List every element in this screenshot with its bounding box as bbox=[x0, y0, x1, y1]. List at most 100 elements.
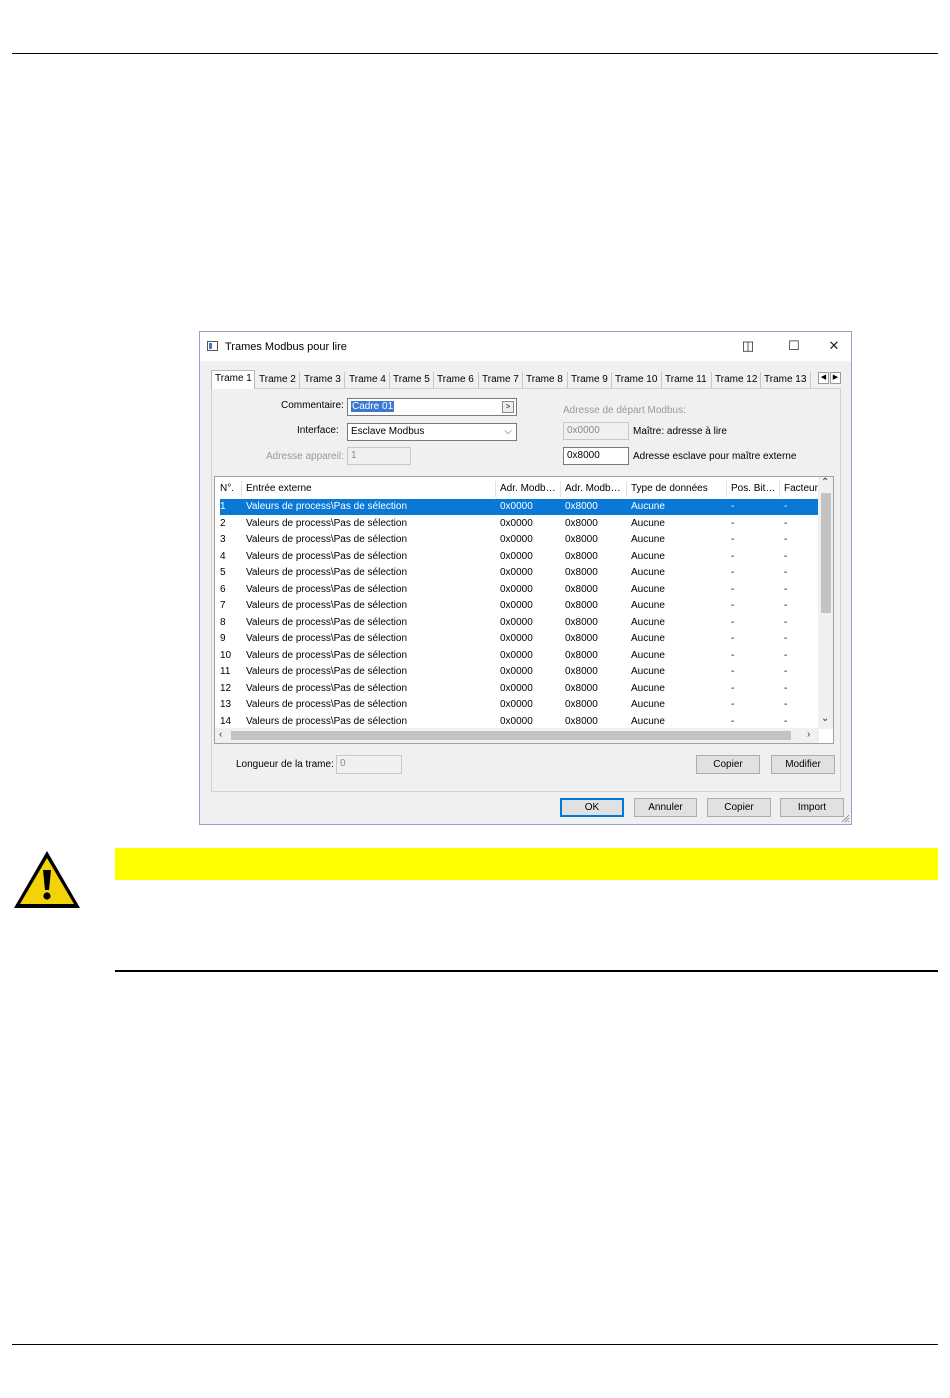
row-entree: Valeurs de process\Pas de sélection bbox=[246, 550, 408, 562]
table-row[interactable]: 12 Valeurs de process\Pas de sélection 0x0… bbox=[220, 681, 819, 697]
table-row[interactable]: 13 Valeurs de process\Pas de sélection 0x0… bbox=[220, 697, 819, 713]
maximize-icon[interactable]: ☐ bbox=[782, 336, 806, 356]
modify-button[interactable]: Modifier bbox=[771, 755, 835, 774]
row-adr-slave: 0x8000 bbox=[565, 616, 598, 628]
row-no: 5 bbox=[220, 567, 226, 578]
row-adr-slave: 0x8000 bbox=[565, 583, 598, 595]
esclave-address-input[interactable]: 0x8000 bbox=[563, 447, 629, 465]
vertical-scroll-thumb[interactable] bbox=[821, 493, 831, 613]
horizontal-scrollbar[interactable]: ‹ › bbox=[215, 728, 819, 743]
row-pos-bit: - bbox=[731, 501, 735, 512]
resize-grip-icon[interactable] bbox=[841, 814, 850, 823]
inner-copy-button[interactable]: Copier bbox=[696, 755, 760, 774]
table-row[interactable]: 8 Valeurs de process\Pas de sélection 0x00… bbox=[220, 615, 819, 631]
row-no: 1 bbox=[220, 501, 226, 512]
table-row[interactable]: 9 Valeurs de process\Pas de sélection 0x00… bbox=[220, 631, 819, 647]
tab-trame-12[interactable]: Trame 12 bbox=[712, 372, 761, 388]
import-button[interactable]: Import bbox=[780, 798, 844, 817]
vertical-scrollbar[interactable]: ⌃ ⌄ bbox=[818, 477, 833, 729]
commentaire-more-button[interactable]: > bbox=[502, 401, 514, 413]
scroll-left-icon[interactable]: ‹ bbox=[219, 729, 222, 740]
row-facteur: - bbox=[784, 583, 788, 595]
row-adr-master: 0x0000 bbox=[500, 501, 533, 512]
row-pos-bit: - bbox=[731, 550, 735, 562]
row-facteur: - bbox=[784, 517, 788, 529]
row-facteur: - bbox=[784, 633, 788, 644]
scroll-down-icon[interactable]: ⌄ bbox=[821, 713, 829, 724]
row-no: 4 bbox=[220, 550, 226, 562]
snap-layout-icon[interactable]: ◫ bbox=[736, 336, 760, 356]
close-icon[interactable]: ✕ bbox=[822, 336, 846, 356]
commentaire-label: Commentaire: bbox=[281, 400, 344, 411]
column-header-no[interactable]: N°. bbox=[216, 481, 242, 497]
dialog-title: Trames Modbus pour lire bbox=[225, 341, 347, 353]
tab-trame-13[interactable]: Trame 13 bbox=[761, 372, 811, 388]
table-row[interactable]: 10 Valeurs de process\Pas de sélection 0x0… bbox=[220, 648, 819, 664]
row-adr-master: 0x0000 bbox=[500, 550, 533, 562]
tab-trame-10[interactable]: Trame 10 bbox=[612, 372, 662, 388]
tab-trame-6[interactable]: Trame 6 bbox=[434, 372, 479, 388]
row-adr-slave: 0x8000 bbox=[565, 666, 598, 677]
table-row[interactable]: 5 Valeurs de process\Pas de sélection 0x00… bbox=[220, 565, 819, 581]
row-entree: Valeurs de process\Pas de sélection bbox=[246, 649, 408, 661]
table-row[interactable]: 11 Valeurs de process\Pas de sélection 0x0… bbox=[220, 664, 819, 680]
tab-scroll-right-icon[interactable]: ▶ bbox=[830, 372, 841, 384]
tab-trame-11[interactable]: Trame 11 bbox=[662, 372, 712, 388]
tab-trame-5[interactable]: Trame 5 bbox=[390, 372, 434, 388]
table-row[interactable]: 2 Valeurs de process\Pas de sélection 0x00… bbox=[220, 516, 819, 532]
scroll-up-icon[interactable]: ⌃ bbox=[821, 477, 829, 488]
row-type: Aucune bbox=[631, 633, 665, 644]
cancel-button[interactable]: Annuler bbox=[634, 798, 697, 817]
row-type: Aucune bbox=[631, 649, 665, 661]
table-row[interactable]: 7 Valeurs de process\Pas de sélection 0x00… bbox=[220, 598, 819, 614]
maitre-address-input: 0x0000 bbox=[563, 422, 629, 440]
column-header-adr-master[interactable]: Adr. Modb… bbox=[496, 481, 561, 497]
row-entree: Valeurs de process\Pas de sélection bbox=[246, 583, 408, 595]
column-header-facteur[interactable]: Facteur bbox=[780, 481, 820, 497]
row-adr-master: 0x0000 bbox=[500, 583, 533, 595]
column-header-adr-slave[interactable]: Adr. Modb… bbox=[561, 481, 627, 497]
longueur-label: Longueur de la trame: bbox=[236, 759, 334, 770]
row-facteur: - bbox=[784, 600, 788, 611]
scroll-right-icon[interactable]: › bbox=[807, 729, 810, 740]
footer-rule bbox=[12, 1344, 938, 1345]
column-header-entree[interactable]: Entrée externe bbox=[242, 481, 496, 497]
row-adr-master: 0x0000 bbox=[500, 682, 533, 694]
row-adr-master: 0x0000 bbox=[500, 616, 533, 628]
column-header-pos-bit[interactable]: Pos. Bit… bbox=[727, 481, 780, 497]
row-adr-slave: 0x8000 bbox=[565, 534, 598, 545]
longueur-input: 0 bbox=[336, 755, 402, 774]
row-facteur: - bbox=[784, 666, 788, 677]
tab-trame-8[interactable]: Trame 8 bbox=[523, 372, 568, 388]
tab-scroll-left-icon[interactable]: ◀ bbox=[818, 372, 829, 384]
row-adr-slave: 0x8000 bbox=[565, 600, 598, 611]
title-bar[interactable]: Trames Modbus pour lire ◫ ☐ ✕ bbox=[200, 332, 851, 361]
column-header-type[interactable]: Type de données bbox=[627, 481, 727, 497]
interface-select[interactable]: Esclave Modbus ⌵ bbox=[347, 423, 517, 441]
copy-button[interactable]: Copier bbox=[707, 798, 771, 817]
tab-trame-2[interactable]: Trame 2 bbox=[256, 372, 300, 388]
row-facteur: - bbox=[784, 550, 788, 562]
row-adr-master: 0x0000 bbox=[500, 633, 533, 644]
ok-button[interactable]: OK bbox=[560, 798, 624, 817]
commentaire-input[interactable]: Cadre 01 > bbox=[347, 398, 517, 416]
row-adr-master: 0x0000 bbox=[500, 649, 533, 661]
tab-trame-4[interactable]: Trame 4 bbox=[346, 372, 390, 388]
row-no: 13 bbox=[220, 699, 232, 710]
tab-trame-3[interactable]: Trame 3 bbox=[301, 372, 345, 388]
tab-trame-9[interactable]: Trame 9 bbox=[568, 372, 612, 388]
table-row[interactable]: 6 Valeurs de process\Pas de sélection 0x00… bbox=[220, 582, 819, 598]
table-row[interactable]: 3 Valeurs de process\Pas de sélection 0x00… bbox=[220, 532, 819, 548]
row-pos-bit: - bbox=[731, 517, 735, 529]
adresse-appareil-label: Adresse appareil: bbox=[266, 451, 344, 462]
horizontal-scroll-thumb[interactable] bbox=[231, 731, 791, 740]
table-row[interactable]: 4 Valeurs de process\Pas de sélection 0x00… bbox=[220, 549, 819, 565]
table-row[interactable]: 1 Valeurs de process\Pas de sélection 0x00… bbox=[220, 499, 819, 515]
row-type: Aucune bbox=[631, 534, 665, 545]
row-entree: Valeurs de process\Pas de sélection bbox=[246, 666, 408, 677]
modbus-frames-dialog: Trames Modbus pour lire ◫ ☐ ✕ Trame 1 Tr… bbox=[199, 331, 852, 825]
tab-trame-7[interactable]: Trame 7 bbox=[479, 372, 523, 388]
tab-trame-1[interactable]: Trame 1 bbox=[211, 370, 255, 389]
adresse-depart-label: Adresse de départ Modbus: bbox=[563, 405, 686, 416]
row-facteur: - bbox=[784, 501, 788, 512]
